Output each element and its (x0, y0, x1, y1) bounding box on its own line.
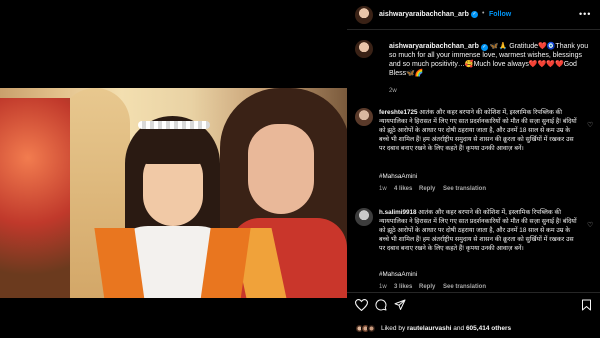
comment-like-icon[interactable]: ♡ (587, 221, 593, 229)
liked-by-count[interactable]: 605,414 others (466, 325, 511, 332)
comment-likes[interactable]: 4 likes (394, 186, 412, 192)
comment-translate-button[interactable]: See translation (443, 284, 486, 290)
comment-reply-button[interactable]: Reply (419, 284, 435, 290)
comment-time: 1w (379, 186, 387, 192)
post-photo[interactable] (0, 88, 347, 298)
comment-reply-button[interactable]: Reply (419, 186, 435, 192)
comment-translate-button[interactable]: See translation (443, 186, 486, 192)
woman-face (248, 124, 314, 214)
more-options-icon[interactable]: ••• (579, 9, 591, 19)
liked-by-user[interactable]: rautelaurvashi (407, 325, 451, 332)
caption-time: 2w (389, 88, 397, 94)
comment-icon[interactable] (375, 299, 387, 311)
ganesha-idol (0, 98, 70, 298)
comment-hashtag[interactable]: #MahsaAmini (379, 172, 417, 181)
caption-username[interactable]: aishwaryaraibachchan_arb (389, 43, 479, 50)
post-header: aishwaryaraibachchan_arb ✓ • Follow ••• (347, 0, 600, 30)
verified-icon: ✓ (480, 44, 488, 51)
header-username[interactable]: aishwaryaraibachchan_arb (379, 11, 469, 18)
post-actions-bar: Liked by rautelaurvashi and 605,414 othe… (347, 292, 600, 338)
comment-username[interactable]: fereshte1725 (379, 109, 418, 116)
save-bookmark-icon[interactable] (581, 299, 592, 311)
comment-like-icon[interactable]: ♡ (587, 121, 593, 129)
caption-avatar[interactable] (355, 40, 373, 58)
comment-avatar[interactable] (355, 108, 373, 126)
liked-by-prefix: Liked by (381, 325, 408, 332)
comment-hashtag[interactable]: #MahsaAmini (379, 270, 417, 279)
comment-username[interactable]: h.salimi9918 (379, 209, 416, 216)
girl-hairband (138, 121, 210, 129)
comment-avatar[interactable] (355, 208, 373, 226)
share-icon[interactable] (394, 299, 406, 311)
caption: aishwaryaraibachchan_arb ✓ 🦋🙏 Gratitude❤️… (389, 42, 595, 78)
comment-likes[interactable]: 3 likes (394, 284, 412, 290)
comment-body: fereshte1725 आतंक और कहर बरपाने की कोशिश… (379, 108, 579, 153)
liker-avatar (367, 324, 376, 333)
follow-button[interactable]: Follow (489, 11, 511, 18)
instagram-post-modal: aishwaryaraibachchan_arb ✓ • Follow ••• … (0, 0, 600, 338)
post-side-panel: aishwaryaraibachchan_arb ✓ • Follow ••• … (347, 0, 600, 338)
separator-dot: • (482, 10, 485, 17)
liked-by-middle: and (451, 325, 466, 332)
liked-by-text: Liked by rautelaurvashi and 605,414 othe… (381, 325, 511, 332)
comment-body: h.salimi9918 आतंक और कहर बरपाने की कोशिश… (379, 208, 579, 253)
avatar[interactable] (355, 6, 373, 24)
comment-time: 1w (379, 284, 387, 290)
verified-icon: ✓ (471, 11, 478, 18)
like-heart-icon[interactable] (355, 299, 368, 311)
